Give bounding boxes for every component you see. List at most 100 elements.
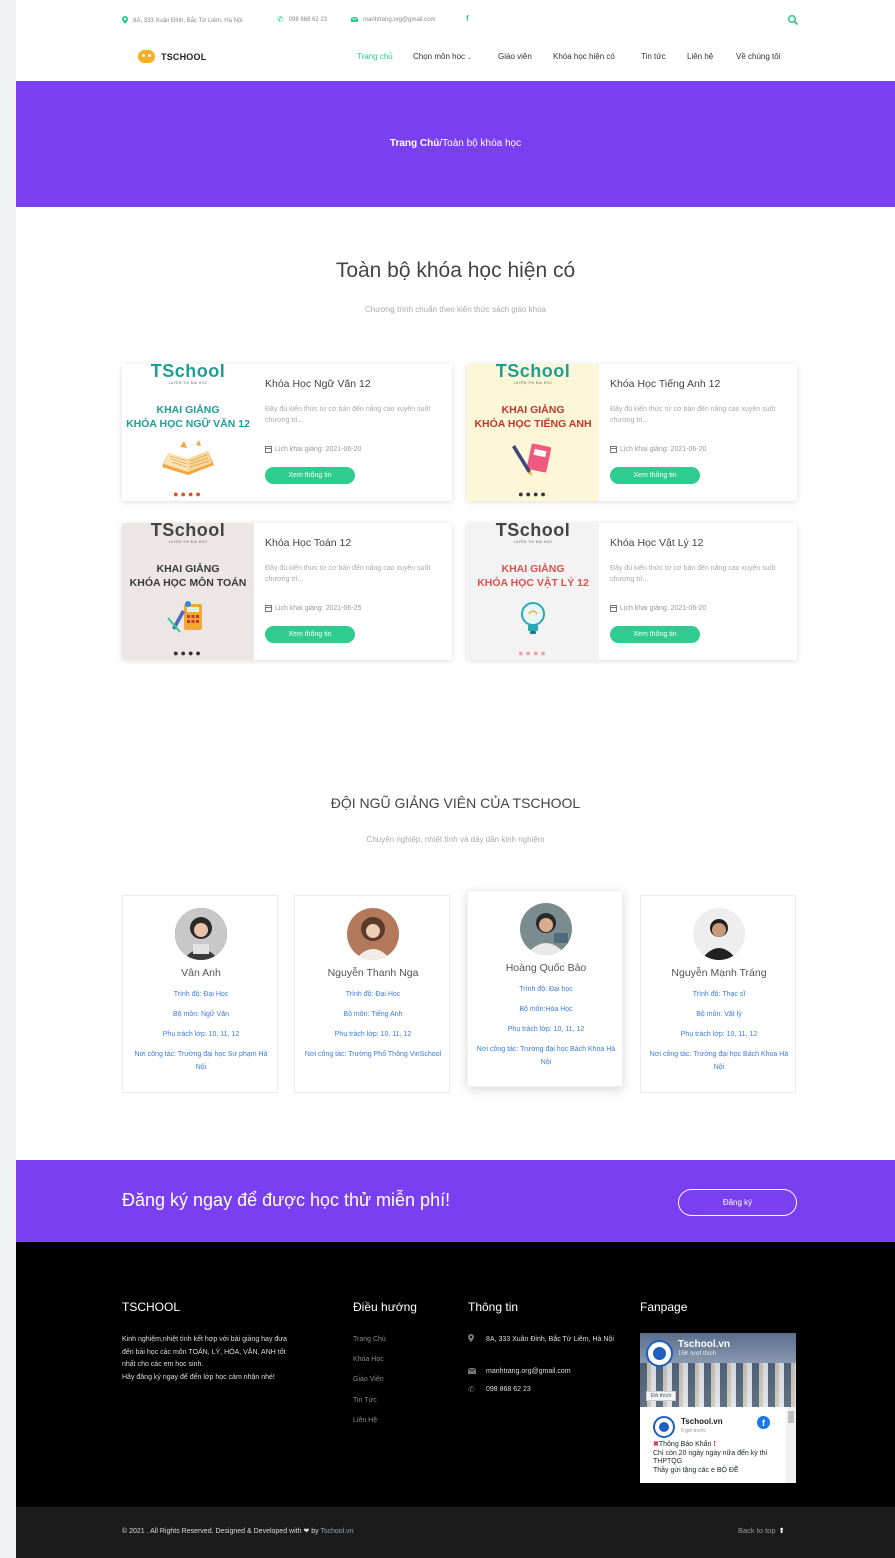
course-image-dots: ●●●● xyxy=(518,648,548,658)
footer-phone[interactable]: ✆ 098 868 62 23 xyxy=(468,1384,531,1395)
signup-banner: Đăng ký ngay để được học thử miễn phí! Đ… xyxy=(16,1160,895,1242)
footer-about-text: Kinh nghiệm,nhiệt tình kết hợp với bài g… xyxy=(122,1334,287,1384)
avatar xyxy=(347,908,399,960)
facebook-icon[interactable]: f xyxy=(466,14,469,23)
copyright-text: © 2021 . All Rights Reserved. Designed &… xyxy=(122,1528,302,1535)
course-image-brand-sub: LUYỆN THI ĐẠI HỌC xyxy=(513,381,553,385)
topbar-email-text: manhtrang.org@gmail.com xyxy=(363,17,436,23)
course-image[interactable]: TSchool LUYỆN THI ĐẠI HỌC KHAI GIẢNG KHÓ… xyxy=(467,364,599,501)
nav-item-teachers[interactable]: Giáo viên xyxy=(498,52,532,61)
course-title[interactable]: Khóa Học Ngữ Văn 12 xyxy=(265,378,371,390)
topbar-phone-text: 098 868 62 23 xyxy=(288,17,328,23)
teacher-workplace: Nơi công tác: Trường đại học Bách Khoa H… xyxy=(476,1046,616,1066)
breadcrumb-home[interactable]: Trang Chủ xyxy=(390,138,439,149)
teacher-name: Nguyễn Thanh Nga xyxy=(327,967,419,979)
footer-fanpage-title: Fanpage xyxy=(640,1300,688,1314)
arrow-up-icon: ⬆ xyxy=(778,1526,785,1535)
course-title[interactable]: Khóa Học Tiếng Anh 12 xyxy=(610,378,720,390)
course-card: TSchool LUYỆN THI ĐẠI HỌC KHAI GIẢNG KHÓ… xyxy=(467,364,797,501)
topbar-address-text: 8A, 333 Xuân Đỉnh, Bắc Từ Liêm, Hà Nội xyxy=(133,18,243,24)
post-line: Chỉ còn 20 ngày ngày nữa đến kỳ thi THPT… xyxy=(653,1449,768,1466)
footer-link-news[interactable]: Tin Tức xyxy=(353,1397,377,1404)
copyright-brand-link[interactable]: Tschool.vn xyxy=(321,1528,354,1535)
heart-icon: ❤ xyxy=(303,1528,310,1535)
signup-button[interactable]: Đăng ký xyxy=(678,1189,797,1216)
fanpage-widget[interactable]: Tschool.vn 15K lượt thích Đã thích Tscho… xyxy=(640,1333,796,1483)
back-to-top-label: Back to top xyxy=(738,1526,776,1535)
topbar-phone[interactable]: ✆ 098 868 62 23 xyxy=(277,16,327,24)
teacher-card[interactable]: Nguyễn Thanh Nga Trình độ: Đại Học Bộ mô… xyxy=(294,895,450,1093)
phone-icon: ✆ xyxy=(468,1385,475,1394)
teacher-card[interactable]: Vân Anh Trình độ: Đại Học Bộ môn: Ngữ Vă… xyxy=(122,895,278,1093)
teachers-section-title: ĐỘI NGŨ GIẢNG VIÊN CỦA TSCHOOL xyxy=(330,795,581,811)
nav-item-home[interactable]: Trang chủ xyxy=(357,52,393,61)
teacher-subject: Bộ môn: Tiếng Anh xyxy=(343,1011,403,1018)
fanpage-like-button[interactable]: Đã thích xyxy=(646,1391,677,1401)
teacher-card[interactable]: Hoàng Quốc Bảo Trình độ: Đại học Bộ môn:… xyxy=(467,890,623,1087)
topbar-email[interactable]: manhtrang.org@gmail.com xyxy=(350,16,436,24)
course-card: TSchool LUYỆN THI ĐẠI HỌC KHAI GIẢNG KHÓ… xyxy=(467,523,797,660)
breadcrumb: Trang Chủ/Toàn bộ khóa học xyxy=(16,138,895,149)
course-image-dots: ●●●● xyxy=(173,648,203,658)
footer-link-teachers[interactable]: Giáo Viên xyxy=(353,1376,384,1383)
footer-email[interactable]: manhtrang.org@gmail.com xyxy=(467,1366,571,1377)
nav-item-about[interactable]: Về chúng tôi xyxy=(736,52,780,61)
logo-mark-icon xyxy=(138,50,155,63)
post-headline: Thông Báo Khẩn xyxy=(658,1441,712,1448)
post-time: 6 giờ trước xyxy=(681,1428,706,1434)
teacher-subject: Bộ môn: Vật lý xyxy=(696,1011,742,1018)
site-logo[interactable]: TSCHOOL xyxy=(138,50,206,63)
teacher-name: Nguyễn Mạnh Tráng xyxy=(671,967,767,979)
course-image[interactable]: TSchool LUYỆN THI ĐẠI HỌC KHAI GIẢNG KHÓ… xyxy=(467,523,599,660)
signup-banner-text: Đăng ký ngay để được học thử miễn phí! xyxy=(122,1190,451,1210)
teacher-subject: Bộ môn:Hóa Học xyxy=(519,1006,573,1013)
nav-item-news[interactable]: Tin tức xyxy=(641,52,666,61)
course-title[interactable]: Khóa Học Vật Lý 12 xyxy=(610,537,703,549)
facebook-icon[interactable]: f xyxy=(757,1416,770,1429)
envelope-icon xyxy=(350,16,359,24)
course-image[interactable]: TSchool LUYỆN THI ĐẠI HỌC KHAI GIẢNG KHÓ… xyxy=(122,364,254,501)
phone-icon: ✆ xyxy=(277,15,284,24)
footer-link-contact[interactable]: Liên Hệ xyxy=(353,1417,377,1424)
nav-item-contact[interactable]: Liên hệ xyxy=(687,52,713,61)
logo-text: TSCHOOL xyxy=(161,51,207,62)
course-title[interactable]: Khóa Học Toán 12 xyxy=(265,537,351,549)
course-description: Đây đủ kiến thức từ cơ bản đến nâng cao … xyxy=(610,565,776,583)
nav-item-choose-subject[interactable]: Chọn môn học ⌄ xyxy=(413,52,472,61)
view-course-button[interactable]: Xem thông tin xyxy=(265,467,355,484)
course-image-brand-sub: LUYỆN THI ĐẠI HỌC xyxy=(168,540,208,544)
course-description: Đây đủ kiến thức từ cơ bản đến nâng cao … xyxy=(610,406,776,424)
footer-link-home[interactable]: Trang Chủ xyxy=(353,1336,386,1343)
teachers-section-subtitle: Chuyên nghiệp, nhiệt tình và dày dặn kin… xyxy=(366,835,545,844)
teacher-workplace: Nơi công tác: Trường đại học Bách Khoa H… xyxy=(649,1051,789,1071)
nav-item-courses[interactable]: Khóa học hiện có xyxy=(553,52,615,61)
teacher-classes: Phụ trách lớp: 10, 11, 12 xyxy=(680,1031,758,1038)
course-card: TSchool LUYỆN THI ĐẠI HỌC KHAI GIẢNG KHÓ… xyxy=(122,364,452,501)
course-image-kg: KHAI GIẢNG xyxy=(501,404,565,416)
teacher-workplace: Nơi công tác: Trường Phổ Thông VinSchool xyxy=(304,1051,442,1058)
chevron-down-icon: ⌄ xyxy=(467,55,473,61)
teacher-level: Trình độ: Đại học xyxy=(519,986,573,993)
back-to-top[interactable]: Back to top ⬆ xyxy=(738,1526,785,1535)
teacher-card[interactable]: Nguyễn Mạnh Tráng Trình độ: Thạc sĩ Bộ m… xyxy=(640,895,796,1093)
view-course-button[interactable]: Xem thông tin xyxy=(610,467,700,484)
footer-about-paragraph: Kinh nghiệm,nhiệt tình kết hợp với bài g… xyxy=(122,1336,287,1368)
fanpage-scrollbar-thumb[interactable] xyxy=(788,1411,794,1423)
search-icon[interactable] xyxy=(787,13,799,26)
view-course-button[interactable]: Xem thông tin xyxy=(610,626,700,643)
course-image[interactable]: TSchool LUYỆN THI ĐẠI HỌC KHAI GIẢNG KHÓ… xyxy=(122,523,254,660)
course-start-date: Lịch khai giảng: 2021-06-25 xyxy=(265,605,361,612)
course-description: Đây đủ kiến thức từ cơ bản đến nâng cao … xyxy=(265,406,431,424)
footer-link-courses[interactable]: Khóa Học xyxy=(353,1356,384,1363)
fanpage-name[interactable]: Tschool.vn xyxy=(678,1339,730,1350)
footer-about-paragraph: Hãy đăng ký ngay để đến lớp học cảm nhận… xyxy=(122,1373,275,1381)
copyright-by: by xyxy=(311,1528,319,1535)
footer: TSCHOOL Kinh nghiệm,nhiệt tình kết hợp v… xyxy=(16,1242,895,1507)
view-course-button[interactable]: Xem thông tin xyxy=(265,626,355,643)
nav-item-label: Chọn môn học xyxy=(413,52,466,61)
teacher-name: Hoàng Quốc Bảo xyxy=(505,962,587,974)
post-author[interactable]: Tschool.vn xyxy=(681,1417,723,1426)
notebook-pen-icon xyxy=(503,439,563,479)
footer-phone-text: 098 868 62 23 xyxy=(486,1386,531,1393)
calculator-icon xyxy=(158,598,218,638)
